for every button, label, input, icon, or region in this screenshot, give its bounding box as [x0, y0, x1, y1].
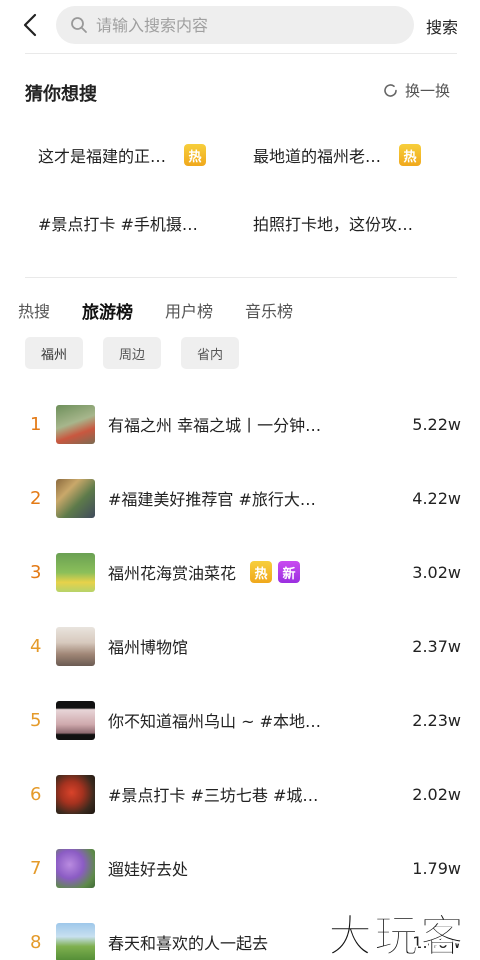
- rank-count: 4.22w: [412, 488, 461, 508]
- rank-number: 7: [30, 857, 42, 879]
- rank-count: 3.02w: [412, 562, 461, 582]
- guess-item[interactable]: 拍照打卡地，这份攻…: [253, 211, 413, 235]
- guess-item[interactable]: 这才是福建的正… 热: [38, 143, 207, 167]
- thumbnail-image: [56, 922, 95, 960]
- thumbnail-image: [56, 700, 95, 740]
- rank-number: 4: [30, 635, 42, 657]
- rank-title-text: 福州花海赏油菜花: [108, 564, 237, 583]
- rank-title: 春天和喜欢的人一起去: [108, 934, 269, 953]
- watermark-logo: 大玩客: [328, 911, 466, 960]
- tab-hot-search[interactable]: 热搜: [18, 298, 50, 323]
- ranking-row[interactable]: 1 有福之州 幸福之城丨一分钟… 5.22w: [0, 404, 480, 444]
- thumbnail-image: [56, 626, 95, 666]
- rank-count: 2.02w: [412, 784, 461, 804]
- guess-item-text: 最地道的福州老…: [253, 147, 382, 166]
- rank-title: 福州博物馆: [108, 638, 189, 657]
- rank-number: 8: [30, 931, 42, 953]
- search-icon: [71, 17, 87, 33]
- ranking-row[interactable]: 5 你不知道福州乌山 ~ #本地… 2.23w: [0, 700, 480, 740]
- hot-badge: 热: [250, 561, 273, 583]
- refresh-button[interactable]: 换一换: [382, 80, 450, 101]
- rank-title: 有福之州 幸福之城丨一分钟…: [108, 416, 322, 435]
- thumbnail-image: [56, 848, 95, 888]
- thumbnail-image: [56, 478, 95, 518]
- rank-title: 你不知道福州乌山 ~ #本地…: [108, 712, 321, 731]
- ranking-row[interactable]: 2 #福建美好推荐官 #旅行大… 4.22w: [0, 478, 480, 518]
- hot-badge: 热: [184, 144, 207, 166]
- thumbnail-image: [56, 404, 95, 444]
- rank-count: 2.23w: [412, 710, 461, 730]
- search-input[interactable]: [96, 15, 376, 35]
- ranking-row[interactable]: 4 福州博物馆 2.37w: [0, 626, 480, 666]
- new-badge: 新: [278, 561, 301, 583]
- rank-number: 6: [30, 783, 42, 805]
- rank-number: 2: [30, 487, 42, 509]
- thumbnail-image: [56, 774, 95, 814]
- ranking-row[interactable]: 6 #景点打卡 #三坊七巷 #城… 2.02w: [0, 774, 480, 814]
- tab-travel[interactable]: 旅游榜: [82, 298, 133, 323]
- back-button[interactable]: [16, 10, 44, 40]
- refresh-label: 换一换: [405, 82, 451, 100]
- search-button[interactable]: 搜索: [426, 14, 458, 38]
- rank-title: #福建美好推荐官 #旅行大…: [108, 490, 316, 509]
- thumbnail-image: [56, 552, 95, 592]
- top-bar: 搜索: [0, 0, 480, 52]
- ranking-row[interactable]: 3 福州花海赏油菜花 热 新 3.02w: [0, 552, 480, 592]
- search-box[interactable]: [56, 6, 414, 44]
- ranking-row[interactable]: 7 遛娃好去处 1.79w: [0, 848, 480, 888]
- tab-users[interactable]: 用户榜: [165, 298, 213, 323]
- guess-item-text: #景点打卡 #手机摄…: [38, 215, 198, 234]
- hot-badge: 热: [399, 144, 422, 166]
- rank-number: 1: [30, 413, 42, 435]
- refresh-icon: [384, 84, 397, 97]
- ranking-tabs: 热搜 旅游榜 用户榜 音乐榜: [18, 298, 325, 323]
- tab-music[interactable]: 音乐榜: [245, 298, 293, 323]
- guess-item[interactable]: 最地道的福州老… 热: [253, 143, 422, 167]
- guess-item-text: 拍照打卡地，这份攻…: [253, 215, 414, 234]
- divider: [25, 277, 457, 278]
- rank-title: #景点打卡 #三坊七巷 #城…: [108, 786, 319, 805]
- divider: [25, 53, 457, 54]
- rank-number: 5: [30, 709, 42, 731]
- chip-nearby[interactable]: 周边: [103, 337, 161, 369]
- rank-count: 2.37w: [412, 636, 461, 656]
- rank-title: 遛娃好去处: [108, 860, 189, 879]
- rank-count: 5.22w: [412, 414, 461, 434]
- chip-province[interactable]: 省内: [181, 337, 239, 369]
- rank-number: 3: [30, 561, 42, 583]
- back-arrow-icon: [23, 13, 37, 37]
- region-filter: 福州 周边 省内: [25, 337, 259, 369]
- guess-item[interactable]: #景点打卡 #手机摄…: [38, 211, 198, 235]
- chip-fuzhou[interactable]: 福州: [25, 337, 83, 369]
- rank-count: 1.79w: [412, 858, 461, 878]
- rank-title: 福州花海赏油菜花 热 新: [108, 560, 301, 584]
- guess-item-text: 这才是福建的正…: [38, 147, 167, 166]
- guess-section-title: 猜你想搜: [25, 84, 97, 105]
